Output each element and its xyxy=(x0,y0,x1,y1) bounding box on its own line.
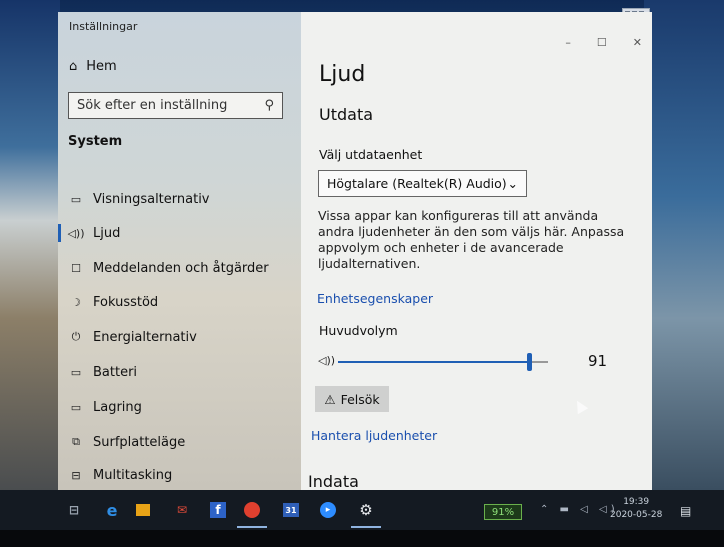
sidebar-item-label: Ljud xyxy=(93,225,121,241)
edge-icon[interactable]: e xyxy=(102,500,122,520)
output-device-select[interactable]: Högtalare (Realtek(R) Audio) ⌄ xyxy=(318,170,527,197)
sidebar-item-batteri[interactable]: ▭ Batteri xyxy=(58,357,301,387)
sidebar-item-fokusstod[interactable]: ☽ Fokusstöd xyxy=(58,287,301,317)
battery-indicator[interactable]: 91% xyxy=(484,504,522,520)
message-icon: ☐ xyxy=(71,261,81,275)
section-heading: System xyxy=(68,134,123,149)
troubleshoot-label: Felsök xyxy=(340,391,380,407)
sidebar-item-meddelanden[interactable]: ☐ Meddelanden och åtgärder xyxy=(58,253,301,283)
content-pane: – ☐ ✕ Ljud Utdata Välj utdataenhet Högta… xyxy=(301,12,652,490)
sidebar-item-label: Fokusstöd xyxy=(93,294,159,310)
chrome-icon[interactable] xyxy=(244,502,260,518)
output-device-label: Välj utdataenhet xyxy=(319,147,423,162)
volume-value: 91 xyxy=(588,352,608,370)
desktop-left-strip xyxy=(0,0,60,490)
screen-bezel xyxy=(0,530,724,547)
page-title: Ljud xyxy=(319,62,366,87)
maximize-button[interactable]: ☐ xyxy=(597,36,607,49)
clock-time: 19:39 xyxy=(623,497,650,507)
sidebar-item-surfplattelage[interactable]: ⧉ Surfplatteläge xyxy=(58,427,301,457)
output-description: Vissa appar kan konfigureras till att an… xyxy=(318,208,625,271)
settings-active-indicator xyxy=(351,526,381,528)
file-explorer-icon[interactable] xyxy=(136,504,150,516)
sidebar-item-label: Meddelanden och åtgärder xyxy=(93,260,269,276)
sidebar-item-energialternativ[interactable]: ⏻ Energialternativ xyxy=(58,322,301,352)
system-tray-icons[interactable]: ⌃ ▬ ◁ ◁) xyxy=(540,504,619,515)
master-volume-label: Huvudvolym xyxy=(319,323,398,338)
multitask-icon: ⊟ xyxy=(71,468,81,482)
volume-slider-fill xyxy=(338,361,530,363)
speaker-icon: ◁)) xyxy=(67,226,85,240)
home-link[interactable]: ⌂ Hem xyxy=(69,59,117,74)
power-icon: ⏻ xyxy=(71,330,81,343)
warning-icon: ⚠ xyxy=(324,391,336,407)
task-view-icon[interactable]: ⊟ xyxy=(64,500,84,520)
window-title: Inställningar xyxy=(69,20,138,33)
taskbar-clock[interactable]: 19:39 2020-05-28 xyxy=(610,496,662,522)
clock-date: 2020-05-28 xyxy=(610,510,663,520)
sidebar-item-multitasking[interactable]: ⊟ Multitasking xyxy=(58,460,301,490)
window-controls: – ☐ ✕ xyxy=(565,36,642,49)
home-icon: ⌂ xyxy=(69,59,78,74)
settings-window: Inställningar ⌂ Hem Sök efter en inställ… xyxy=(58,12,652,490)
troubleshoot-button[interactable]: ⚠ Felsök xyxy=(315,386,389,412)
sidebar-item-label: Energialternativ xyxy=(93,329,197,345)
sidebar-item-ljud[interactable]: ◁)) Ljud xyxy=(58,218,301,248)
manage-sound-devices-link[interactable]: Hantera ljudenheter xyxy=(311,428,437,443)
sidebar-item-label: Surfplatteläge xyxy=(93,434,186,450)
battery-icon: ▭ xyxy=(70,365,82,379)
volume-slider-thumb[interactable] xyxy=(527,353,533,371)
zoom-icon[interactable]: ▸ xyxy=(320,502,336,518)
mail-icon[interactable]: ✉ xyxy=(172,500,192,520)
volume-slider-row: ◁)) 91 xyxy=(318,350,633,374)
sidebar-item-label: Multitasking xyxy=(93,467,173,483)
speaker-icon[interactable]: ◁)) xyxy=(318,354,335,367)
facebook-icon[interactable]: f xyxy=(210,502,226,518)
device-properties-link[interactable]: Enhetsegenskaper xyxy=(317,291,433,306)
search-icon[interactable]: ⚲ xyxy=(264,98,274,113)
desktop-right-strip xyxy=(644,0,724,490)
moon-icon: ☽ xyxy=(71,295,81,309)
close-button[interactable]: ✕ xyxy=(633,36,642,49)
storage-icon: ▭ xyxy=(70,400,82,414)
sidebar-item-label: Lagring xyxy=(93,399,142,415)
input-heading: Indata xyxy=(308,472,359,490)
chevron-down-icon: ⌄ xyxy=(507,176,518,191)
search-input[interactable]: Sök efter en inställning ⚲ xyxy=(68,92,283,119)
taskbar: ⊟ e ✉ f 31 ▸ ⚙ 91% ⌃ ▬ ◁ ◁) 19:39 2020-0… xyxy=(0,490,724,530)
notification-icon[interactable]: ▤ xyxy=(680,504,691,518)
search-placeholder: Sök efter en inställning xyxy=(77,98,228,113)
sidebar-item-lagring[interactable]: ▭ Lagring xyxy=(58,392,301,422)
tablet-icon: ⧉ xyxy=(72,435,80,448)
chrome-active-indicator xyxy=(237,526,267,528)
sidebar-item-label: Batteri xyxy=(93,364,138,380)
home-label: Hem xyxy=(86,59,117,74)
monitor-icon: ▭ xyxy=(70,192,82,206)
calendar-icon[interactable]: 31 xyxy=(283,503,299,517)
gear-icon[interactable]: ⚙ xyxy=(356,500,376,520)
sidebar: Inställningar ⌂ Hem Sök efter en inställ… xyxy=(58,12,301,490)
sidebar-item-visningsalternativ[interactable]: ▭ Visningsalternativ xyxy=(58,184,301,214)
sidebar-item-label: Visningsalternativ xyxy=(93,191,210,207)
output-device-value: Högtalare (Realtek(R) Audio) xyxy=(327,176,507,191)
output-heading: Utdata xyxy=(319,105,374,124)
minimize-button[interactable]: – xyxy=(565,36,571,49)
